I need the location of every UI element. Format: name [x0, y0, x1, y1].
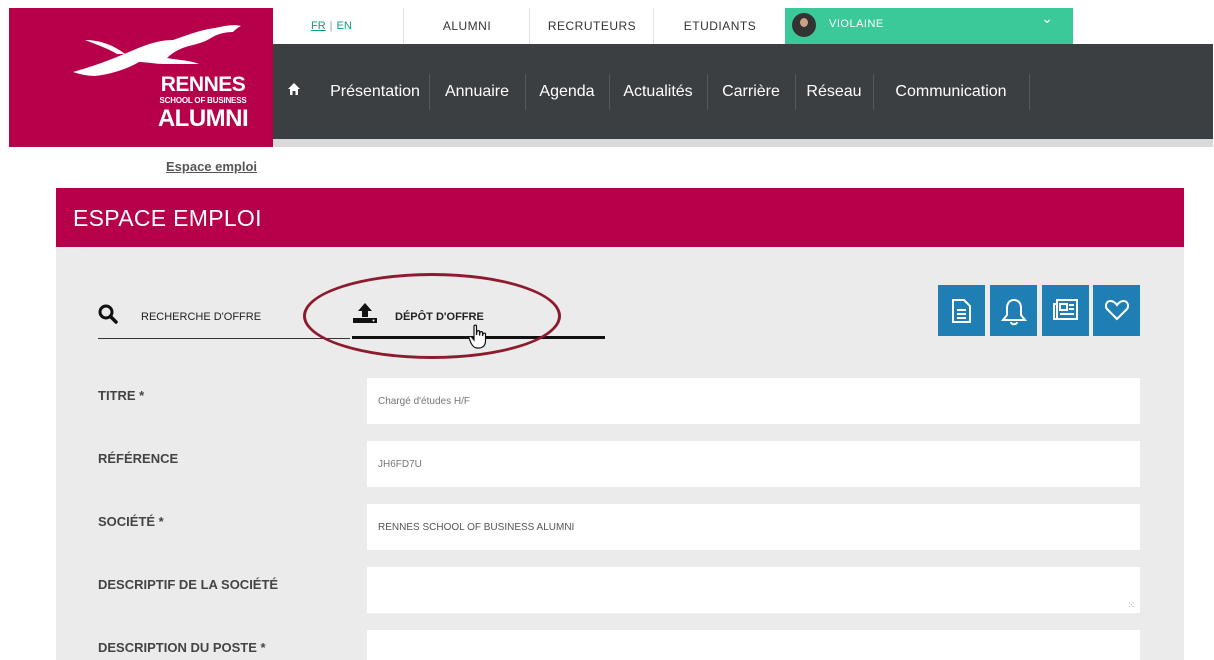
- lang-fr-link[interactable]: FR: [311, 20, 326, 32]
- heart-icon: [1104, 299, 1130, 321]
- avatar: [792, 13, 816, 37]
- search-icon: [98, 304, 118, 324]
- document-button[interactable]: [938, 285, 985, 336]
- nav-item-actualites[interactable]: Actualités: [609, 74, 708, 110]
- chevron-down-icon[interactable]: ⌄: [1041, 10, 1053, 27]
- toplink-etudiants[interactable]: ETUDIANTS: [653, 8, 786, 44]
- logo-text-alumni: ALUMNI: [157, 105, 249, 132]
- nav-bottom-strip: [273, 139, 1213, 147]
- tab-search-underline: [98, 338, 350, 339]
- company-description-textarea[interactable]: ⁙: [367, 567, 1140, 613]
- bell-icon: [1001, 298, 1027, 326]
- user-name: VIOLAINE: [829, 18, 884, 30]
- nav-item-carriere[interactable]: Carrière: [707, 74, 796, 110]
- nav-item-annuaire[interactable]: Annuaire: [429, 74, 526, 110]
- hand-cursor-icon: [468, 324, 487, 349]
- nav-item-reseau[interactable]: Réseau: [795, 74, 874, 110]
- newspaper-icon: [1053, 299, 1078, 320]
- tab-search-label: RECHERCHE D'OFFRE: [141, 311, 262, 323]
- lang-separator: |: [329, 20, 333, 32]
- home-icon[interactable]: [287, 82, 301, 96]
- highlight-ellipse: [303, 273, 561, 359]
- breadcrumb[interactable]: Espace emploi: [166, 159, 257, 174]
- toplink-recruteurs[interactable]: RECRUTEURS: [529, 8, 654, 44]
- toplink-alumni[interactable]: ALUMNI: [403, 8, 530, 44]
- title-input[interactable]: [367, 378, 1140, 424]
- company-description-label: DESCRIPTIF DE LA SOCIÉTÉ: [98, 577, 279, 592]
- news-button[interactable]: [1042, 285, 1089, 336]
- job-description-textarea[interactable]: [367, 630, 1140, 660]
- page-title: ESPACE EMPLOI: [73, 205, 262, 231]
- job-description-label: DESCRIPTION DU POSTE *: [98, 640, 266, 655]
- panther-logo-icon: [73, 25, 241, 76]
- reference-label: RÉFÉRENCE: [98, 451, 179, 466]
- user-menu[interactable]: VIOLAINE ⌄: [785, 8, 1073, 44]
- main-nav: Présentation Annuaire Agenda Actualités …: [273, 44, 1213, 139]
- lang-en-link[interactable]: EN: [337, 20, 352, 32]
- language-switch: FR | EN: [311, 20, 352, 32]
- section-header: ESPACE EMPLOI: [56, 188, 1184, 247]
- nav-item-communication[interactable]: Communication: [873, 74, 1030, 110]
- company-input[interactable]: [367, 504, 1140, 550]
- favorites-button[interactable]: [1093, 285, 1140, 336]
- logo-text-school: SCHOOL OF BUSINESS: [159, 96, 247, 105]
- nav-item-agenda[interactable]: Agenda: [525, 74, 610, 110]
- document-icon: [952, 299, 971, 323]
- alert-button[interactable]: [990, 285, 1037, 336]
- reference-input[interactable]: [367, 441, 1140, 487]
- resize-grip-icon[interactable]: ⁙: [1127, 600, 1135, 611]
- company-label: SOCIÉTÉ *: [98, 514, 164, 529]
- top-bar: FR | EN ALUMNI RECRUTEURS ETUDIANTS VIOLAI…: [273, 8, 1213, 44]
- logo-text-rennes: RENNES: [160, 73, 246, 96]
- nav-item-presentation[interactable]: Présentation: [321, 74, 430, 110]
- site-logo[interactable]: RENNES SCHOOL OF BUSINESS ALUMNI: [9, 8, 273, 147]
- title-label: TITRE *: [98, 388, 145, 403]
